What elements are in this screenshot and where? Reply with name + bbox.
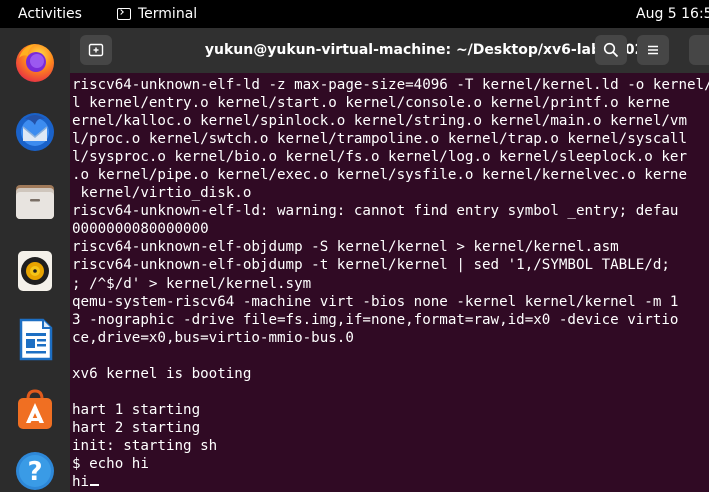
terminal-line: init: starting sh bbox=[72, 437, 218, 454]
app-menu-terminal[interactable]: Terminal bbox=[117, 0, 197, 28]
terminal-line: riscv64-unknown-elf-ld -z max-page-size=… bbox=[72, 77, 709, 93]
desktop: Activities Terminal Aug 5 16:5 ? yukun@y… bbox=[0, 0, 709, 492]
terminal-icon bbox=[117, 8, 131, 20]
terminal-line: riscv64-unknown-elf-objdump -t kernel/ke… bbox=[72, 257, 670, 274]
terminal-line: riscv64-unknown-elf-objdump -S kernel/ke… bbox=[72, 239, 619, 256]
window-headerbar: yukun@yukun-virtual-machine: ~/Desktop/x… bbox=[70, 28, 709, 73]
thunderbird-icon bbox=[16, 113, 54, 151]
dock-item-thunderbird[interactable] bbox=[11, 107, 59, 155]
terminal-line: .o kernel/pipe.o kernel/exec.o kernel/sy… bbox=[72, 167, 687, 184]
terminal-line: hart 1 starting bbox=[72, 401, 201, 418]
terminal-text: riscv64-unknown-elf-ld -z max-page-size=… bbox=[72, 76, 709, 491]
terminal-line: hi bbox=[72, 474, 90, 491]
terminal-line: l/sysproc.o kernel/bio.o kernel/fs.o ker… bbox=[72, 149, 687, 166]
terminal-line: ; /^$/d' > kernel/kernel.sym bbox=[72, 275, 312, 292]
terminal-line: 0000000080000000 bbox=[72, 221, 209, 238]
dock-item-writer[interactable] bbox=[11, 315, 59, 363]
dock-item-software[interactable] bbox=[11, 385, 59, 433]
files-icon bbox=[16, 185, 54, 219]
search-button[interactable] bbox=[595, 35, 627, 65]
dock: ? bbox=[0, 28, 70, 492]
search-icon bbox=[603, 42, 619, 58]
dock-item-rhythmbox[interactable] bbox=[11, 246, 59, 294]
help-icon: ? bbox=[16, 452, 54, 490]
terminal-line: riscv64-unknown-elf-ld: warning: cannot … bbox=[72, 203, 679, 220]
software-store-icon bbox=[18, 389, 52, 429]
window-controls-button[interactable] bbox=[689, 35, 709, 65]
dock-item-firefox[interactable] bbox=[11, 38, 59, 86]
app-menu-label: Terminal bbox=[138, 6, 198, 22]
menu-button[interactable] bbox=[637, 35, 669, 65]
terminal-line: hart 2 starting bbox=[72, 419, 201, 436]
terminal-window: yukun@yukun-virtual-machine: ~/Desktop/x… bbox=[70, 28, 709, 492]
dock-item-files[interactable] bbox=[11, 177, 59, 225]
svg-text:?: ? bbox=[27, 457, 42, 487]
terminal-output[interactable]: riscv64-unknown-elf-ld -z max-page-size=… bbox=[70, 73, 709, 492]
terminal-cursor bbox=[90, 484, 100, 487]
terminal-line: ernel/kalloc.o kernel/spinlock.o kernel/… bbox=[72, 113, 687, 130]
terminal-line: xv6 kernel is booting bbox=[72, 365, 252, 382]
terminal-line: kernel/virtio_disk.o bbox=[72, 185, 252, 202]
terminal-line: l kernel/entry.o kernel/start.o kernel/c… bbox=[72, 95, 670, 112]
firefox-icon bbox=[16, 44, 54, 82]
writer-icon bbox=[19, 318, 53, 361]
rhythmbox-icon bbox=[18, 251, 52, 291]
terminal-line: $ echo hi bbox=[72, 455, 149, 472]
activities-button[interactable]: Activities bbox=[18, 0, 82, 28]
terminal-line: l/proc.o kernel/swtch.o kernel/trampolin… bbox=[72, 131, 687, 148]
terminal-line: qemu-system-riscv64 -machine virt -bios … bbox=[72, 293, 679, 310]
top-bar: Activities Terminal Aug 5 16:5 bbox=[0, 0, 709, 28]
dock-item-help[interactable]: ? bbox=[11, 447, 59, 492]
terminal-line: ce,drive=x0,bus=virtio-mmio-bus.0 bbox=[72, 329, 354, 346]
hamburger-menu-icon bbox=[648, 45, 658, 55]
terminal-line: 3 -nographic -drive file=fs.img,if=none,… bbox=[72, 311, 679, 328]
clock[interactable]: Aug 5 16:5 bbox=[636, 0, 709, 28]
